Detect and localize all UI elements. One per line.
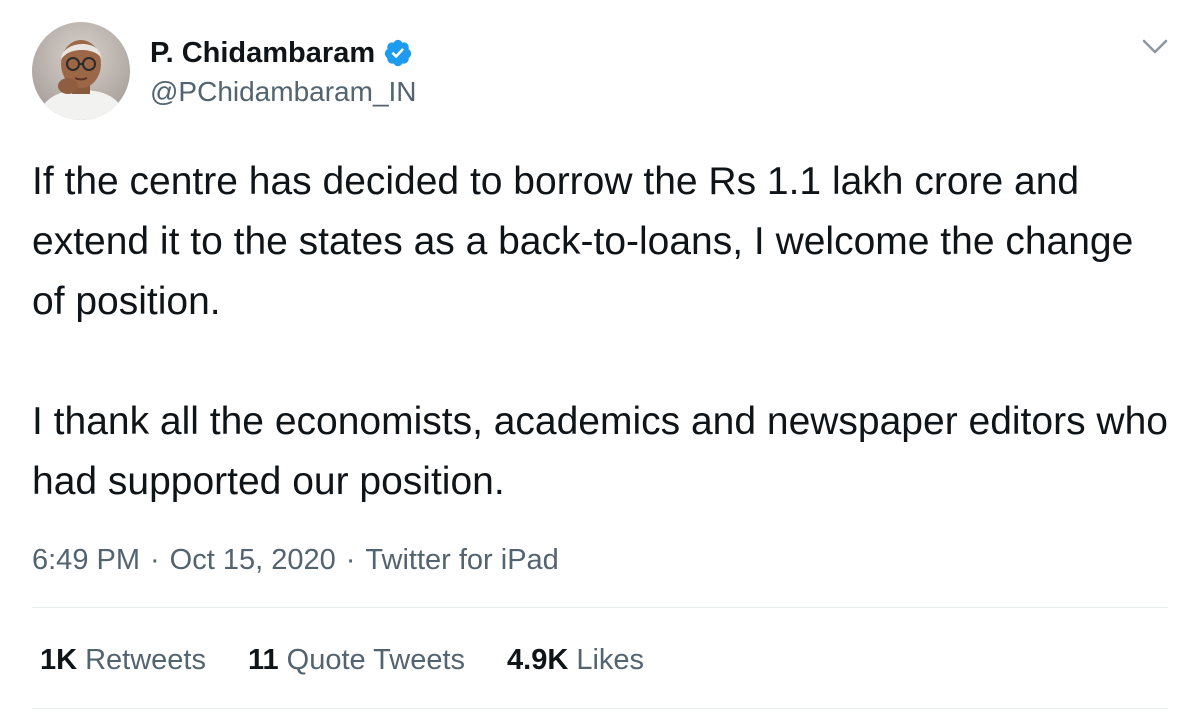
meta-separator: · — [150, 543, 160, 576]
likes-stat[interactable]: 4.9K Likes — [507, 644, 644, 677]
divider — [32, 607, 1168, 608]
quote-tweets-count: 11 — [247, 643, 279, 676]
tweet-time[interactable]: 6:49 PM — [32, 544, 140, 577]
tweet-paragraph: If the centre has decided to borrow the … — [32, 160, 1134, 323]
tweet-date[interactable]: Oct 15, 2020 — [170, 544, 336, 577]
avatar-image — [32, 22, 130, 120]
chevron-down-icon[interactable] — [1140, 34, 1170, 58]
tweet-metadata: 6:49 PM · Oct 15, 2020 · Twitter for iPa… — [32, 540, 559, 580]
author-display-name[interactable]: P. Chidambaram — [150, 37, 375, 70]
author-handle[interactable]: @PChidambaram_IN — [150, 76, 417, 108]
quote-tweets-label: Quote Tweets — [286, 643, 466, 676]
retweets-stat[interactable]: 1K Retweets — [40, 644, 206, 677]
avatar[interactable] — [32, 22, 130, 120]
quote-tweets-stat[interactable]: 11 Quote Tweets — [248, 644, 465, 677]
retweets-label: Retweets — [85, 643, 206, 676]
tweet-source-link[interactable]: Twitter for iPad — [365, 544, 558, 577]
tweet-paragraph: I thank all the economists, academics an… — [32, 400, 1168, 503]
likes-label: Likes — [576, 643, 645, 676]
divider — [32, 708, 1168, 709]
tweet-card: P. Chidambaram @PChidambaram_IN If the c… — [0, 0, 1196, 712]
likes-count: 4.9K — [507, 643, 569, 676]
verified-badge-icon — [383, 38, 413, 68]
meta-separator: · — [345, 543, 356, 576]
engagement-stats: 1K Retweets 11 Quote Tweets 4.9K Likes — [40, 640, 644, 680]
retweets-count: 1K — [40, 643, 78, 676]
tweet-text: If the centre has decided to borrow the … — [32, 152, 1172, 512]
author-name-row: P. Chidambaram — [150, 36, 413, 70]
